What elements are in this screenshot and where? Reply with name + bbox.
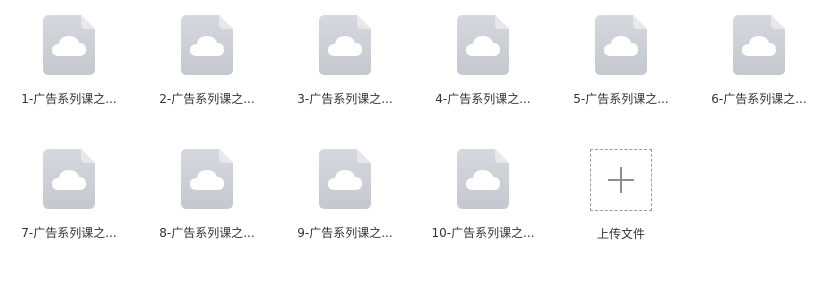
file-item[interactable]: 4-广告系列课之... (423, 15, 543, 125)
cloud-file-icon (43, 15, 95, 75)
file-name: 8-广告系列课之... (159, 226, 255, 240)
file-name: 1-广告系列课之... (21, 92, 117, 106)
upload-dropzone[interactable] (590, 149, 652, 211)
cloud-file-icon (181, 149, 233, 209)
file-item[interactable]: 3-广告系列课之... (285, 15, 405, 125)
cloud-file-icon (595, 15, 647, 75)
file-item[interactable]: 1-广告系列课之... (9, 15, 129, 125)
file-item[interactable]: 7-广告系列课之... (9, 149, 129, 259)
cloud-file-icon (181, 15, 233, 75)
file-item[interactable]: 5-广告系列课之... (561, 15, 681, 125)
cloud-file-icon (319, 15, 371, 75)
file-grid: 1-广告系列课之... 2-广告系列课之... 3-广告系列课之... 4-广告… (0, 0, 824, 295)
cloud-file-icon (457, 149, 509, 209)
file-item[interactable]: 9-广告系列课之... (285, 149, 405, 259)
file-name: 7-广告系列课之... (21, 226, 117, 240)
file-item[interactable]: 2-广告系列课之... (147, 15, 267, 125)
cloud-file-icon (43, 149, 95, 209)
file-name: 5-广告系列课之... (573, 92, 669, 106)
file-item[interactable]: 10-广告系列课之... (423, 149, 543, 259)
file-name: 10-广告系列课之... (431, 226, 535, 240)
cloud-file-icon (733, 15, 785, 75)
file-name: 3-广告系列课之... (297, 92, 393, 106)
file-name: 9-广告系列课之... (297, 226, 393, 240)
file-item[interactable]: 8-广告系列课之... (147, 149, 267, 259)
cloud-file-icon (457, 15, 509, 75)
file-item[interactable]: 6-广告系列课之... (699, 15, 819, 125)
upload-label: 上传文件 (596, 227, 645, 241)
upload-file-button[interactable]: 上传文件 (561, 149, 681, 259)
plus-icon (608, 167, 634, 193)
file-name: 2-广告系列课之... (159, 92, 255, 106)
file-name: 6-广告系列课之... (711, 92, 807, 106)
cloud-file-icon (319, 149, 371, 209)
file-name: 4-广告系列课之... (435, 92, 531, 106)
